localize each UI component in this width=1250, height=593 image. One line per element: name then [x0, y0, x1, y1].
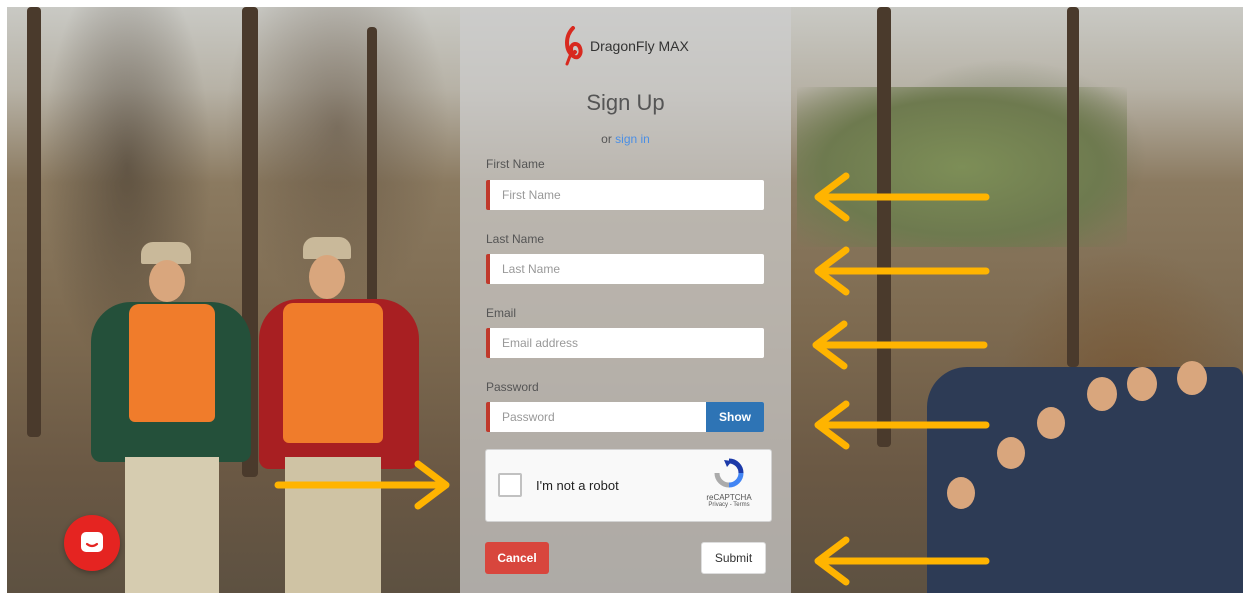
- brand-logo[interactable]: DragonFly MAX: [562, 26, 689, 66]
- password-field: Show: [486, 402, 764, 432]
- password-label: Password: [486, 380, 539, 394]
- arrow-icon: [814, 172, 990, 222]
- page-title: Sign Up: [586, 90, 665, 115]
- recaptcha-icon: [714, 458, 744, 488]
- tree-trunk: [877, 7, 891, 447]
- person-official-right: [253, 237, 423, 593]
- email-input[interactable]: [490, 328, 764, 358]
- recaptcha-label: I'm not a robot: [536, 478, 619, 493]
- recaptcha-logo: reCAPTCHA Privacy - Terms: [699, 458, 759, 508]
- recaptcha-widget: I'm not a robot reCAPTCHA Privacy - Term…: [485, 449, 772, 522]
- or-text: or: [601, 132, 612, 146]
- dragonfly-logo-icon: [565, 26, 583, 66]
- recaptcha-checkbox[interactable]: [498, 473, 522, 497]
- show-password-button[interactable]: Show: [706, 402, 764, 432]
- arrow-icon: [814, 536, 990, 586]
- recaptcha-links[interactable]: Privacy - Terms: [699, 502, 759, 508]
- arrow-icon: [814, 246, 990, 296]
- last-name-input[interactable]: [490, 254, 764, 284]
- arrow-icon: [812, 320, 988, 370]
- submit-button[interactable]: Submit: [701, 542, 766, 574]
- cancel-button[interactable]: Cancel: [485, 542, 549, 574]
- chat-launcher-button[interactable]: [64, 515, 120, 571]
- email-field: [486, 328, 764, 358]
- first-name-field: [486, 180, 764, 210]
- last-name-label: Last Name: [486, 232, 545, 246]
- tree-trunk: [27, 7, 41, 437]
- tree-trunk: [1067, 7, 1079, 367]
- first-name-label: First Name: [486, 157, 545, 171]
- signin-prompt: or sign in: [460, 132, 791, 146]
- recaptcha-brand: reCAPTCHA: [706, 493, 752, 502]
- signin-link[interactable]: sign in: [615, 132, 650, 146]
- email-label: Email: [486, 306, 517, 320]
- brand-name: DragonFly MAX: [590, 38, 689, 54]
- first-name-input[interactable]: [490, 180, 764, 210]
- arrow-icon: [814, 400, 990, 450]
- arrow-icon: [274, 460, 450, 510]
- chat-icon: [81, 532, 103, 552]
- last-name-field: [486, 254, 764, 284]
